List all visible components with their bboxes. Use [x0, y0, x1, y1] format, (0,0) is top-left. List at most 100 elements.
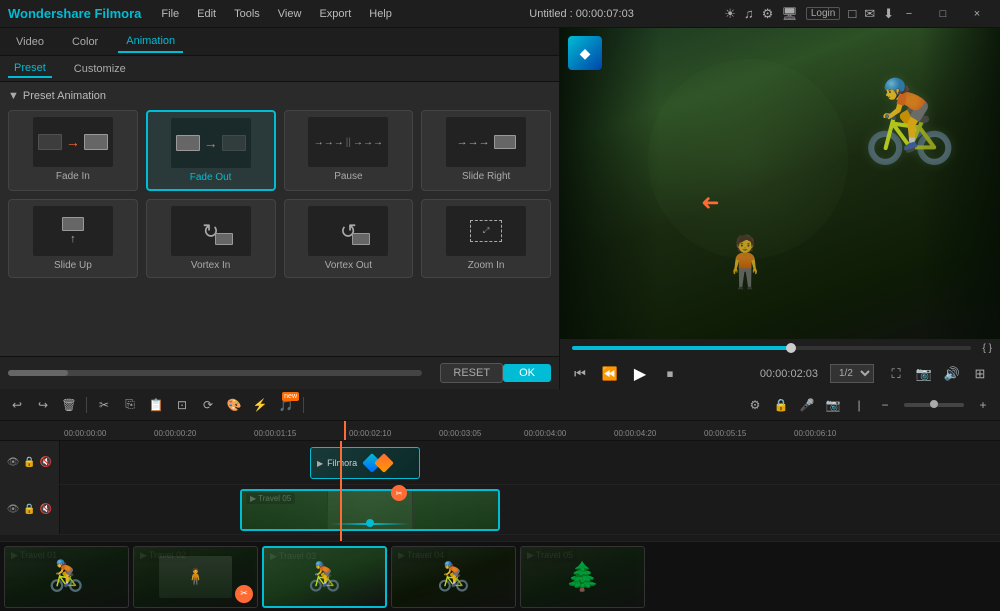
- menu-help[interactable]: Help: [361, 6, 400, 22]
- thumb-3: [413, 491, 498, 529]
- window-controls: − □ ×: [894, 4, 992, 24]
- preset-fade-out[interactable]: → Fade Out: [146, 110, 276, 191]
- maximize-button[interactable]: □: [928, 4, 958, 24]
- preset-zoom-in[interactable]: ⤢ Zoom In: [421, 199, 551, 278]
- clip-travel-05[interactable]: ▶ Travel 05: [240, 489, 500, 531]
- crop-button[interactable]: ⊡: [171, 394, 193, 416]
- progress-thumb[interactable]: [786, 343, 796, 353]
- settings-button[interactable]: ⚙: [744, 394, 766, 416]
- fullscreen-button[interactable]: ⛶: [884, 362, 908, 386]
- ratio-select[interactable]: 1/2 1/1 1/4: [830, 364, 874, 383]
- track-eye-logo[interactable]: 👁: [7, 457, 20, 468]
- film-icon-1: 🚴: [5, 547, 128, 607]
- progress-bar[interactable]: [572, 346, 971, 350]
- film-clip-3[interactable]: ▶Travel 03 🚴: [262, 546, 387, 608]
- audio-button[interactable]: 🎵 new: [275, 394, 297, 416]
- track-eye-video[interactable]: 👁: [7, 504, 20, 515]
- tab-color[interactable]: Color: [64, 32, 106, 52]
- volume-button[interactable]: 🔊: [940, 362, 964, 386]
- split-button[interactable]: |: [848, 394, 870, 416]
- color-button[interactable]: 🎨: [223, 394, 245, 416]
- film-clip-1[interactable]: ▶Travel 01 🚴: [4, 546, 129, 608]
- preset-slide-up[interactable]: ↑ Slide Up: [8, 199, 138, 278]
- menu-file[interactable]: File: [153, 6, 187, 22]
- menu-export[interactable]: Export: [311, 6, 359, 22]
- film-icon-3: 🚴: [264, 548, 385, 606]
- cut-button[interactable]: ✂: [93, 394, 115, 416]
- preset-slide-right[interactable]: →→→ Slide Right: [421, 110, 551, 191]
- stop-button[interactable]: ⏹: [658, 362, 682, 386]
- zoom-slider[interactable]: [904, 403, 964, 407]
- snapshot-button[interactable]: 📷: [912, 362, 936, 386]
- minus-button[interactable]: −: [874, 394, 896, 416]
- reset-button[interactable]: RESET: [440, 363, 503, 383]
- track-content-video: ▶ Travel 05: [60, 485, 1000, 534]
- monitor-icon[interactable]: 🖥: [781, 6, 798, 22]
- speed-button[interactable]: ⚡: [249, 394, 271, 416]
- playback-controls: ⏮ ⏪ ▶ ⏹ 00:00:02:03 1/2 1/1 1/4 ⛶ 📷 🔊 ⊞: [568, 362, 992, 386]
- login-button[interactable]: Login: [806, 7, 840, 20]
- track-controls-logo: 👁 🔒 🔇: [0, 441, 60, 484]
- menu-edit[interactable]: Edit: [189, 6, 224, 22]
- titlebar-icons: ☀ ♫ ⚙ 🖥 Login □ ✉ ⬇: [724, 6, 894, 22]
- ok-button[interactable]: OK: [503, 364, 551, 382]
- filmora-logo-graphic: [365, 456, 391, 470]
- redo-button[interactable]: ↪: [32, 394, 54, 416]
- track-lock-logo[interactable]: 🔒: [23, 457, 35, 468]
- film-clip-4[interactable]: ▶Travel 04 🚴: [391, 546, 516, 608]
- clip-filmora[interactable]: ▶ Filmora: [310, 447, 420, 479]
- preset-pause[interactable]: →→→ || →→→ Pause: [284, 110, 414, 191]
- app-logo: Wondershare Filmora: [8, 6, 141, 21]
- zoom-thumb[interactable]: [930, 400, 938, 408]
- ruler-610: 00:00:06:10: [794, 429, 836, 438]
- plus-button[interactable]: +: [972, 394, 994, 416]
- tab-video[interactable]: Video: [8, 32, 52, 52]
- paste-button[interactable]: 📋: [145, 394, 167, 416]
- ruler-420: 00:00:04:20: [614, 429, 656, 438]
- tracks-container: 👁 🔒 🔇 ▶ Filmora: [0, 441, 1000, 541]
- ruler-0: 00:00:00:00: [64, 429, 106, 438]
- preset-thumb-slide-up: ↑: [33, 206, 113, 256]
- track-logo: 👁 🔒 🔇 ▶ Filmora: [0, 441, 1000, 485]
- tab-animation[interactable]: Animation: [118, 31, 183, 53]
- minimize-button[interactable]: −: [894, 4, 924, 24]
- magnet-button[interactable]: 🔒: [770, 394, 792, 416]
- preset-vortex-in[interactable]: ↻ Vortex In: [146, 199, 276, 278]
- delete-button[interactable]: 🗑: [58, 394, 80, 416]
- more-button[interactable]: ⊞: [968, 362, 992, 386]
- download-icon[interactable]: ⬇: [883, 6, 894, 22]
- sub-tab-customize[interactable]: Customize: [68, 61, 132, 77]
- skip-back-button[interactable]: ⏮: [568, 362, 592, 386]
- film-bg-4: 🚴: [392, 547, 515, 607]
- preset-vortex-out[interactable]: ↺ Vortex Out: [284, 199, 414, 278]
- track-mute-video[interactable]: 🔇: [40, 504, 52, 515]
- timeline-area: ↩ ↪ 🗑 ✂ ⎘ 📋 ⊡ ⟳ 🎨 ⚡ 🎵 new ⚙ 🔒 🎤 📷 | −: [0, 389, 1000, 611]
- mic-button[interactable]: 🎤: [796, 394, 818, 416]
- step-back-button[interactable]: ⏪: [598, 362, 622, 386]
- preview-extra-controls: ⛶ 📷 🔊 ⊞: [884, 362, 992, 386]
- film-clip-5[interactable]: ▶Travel 05 🌲: [520, 546, 645, 608]
- sub-tab-preset[interactable]: Preset: [8, 60, 52, 78]
- logo-diamond-2: [374, 453, 394, 473]
- gear-icon[interactable]: ⚙: [762, 6, 774, 22]
- sun-icon[interactable]: ☀: [724, 6, 736, 22]
- track-mute-logo[interactable]: 🔇: [40, 457, 52, 468]
- clip-bg: ▶ Travel 05: [242, 491, 498, 529]
- film-clip-2[interactable]: ▶Travel 02 🧍 ✂: [133, 546, 258, 608]
- copy-button[interactable]: ⎘: [119, 394, 141, 416]
- preset-fade-in[interactable]: → Fade In: [8, 110, 138, 191]
- track-lock-video[interactable]: 🔒: [23, 504, 35, 515]
- collapse-arrow[interactable]: ▼: [8, 90, 19, 102]
- mail-icon[interactable]: ✉: [864, 6, 875, 22]
- menu-tools[interactable]: Tools: [226, 6, 268, 22]
- film-icon-4: 🚴: [392, 547, 515, 607]
- play-button[interactable]: ▶: [628, 362, 652, 386]
- rotate-button[interactable]: ⟳: [197, 394, 219, 416]
- close-button[interactable]: ×: [962, 4, 992, 24]
- music-icon[interactable]: ♫: [744, 6, 754, 21]
- menu-view[interactable]: View: [270, 6, 310, 22]
- horizontal-scrollbar[interactable]: [8, 370, 422, 376]
- undo-button[interactable]: ↩: [6, 394, 28, 416]
- windows-icon[interactable]: □: [848, 6, 856, 21]
- camera-button[interactable]: 📷: [822, 394, 844, 416]
